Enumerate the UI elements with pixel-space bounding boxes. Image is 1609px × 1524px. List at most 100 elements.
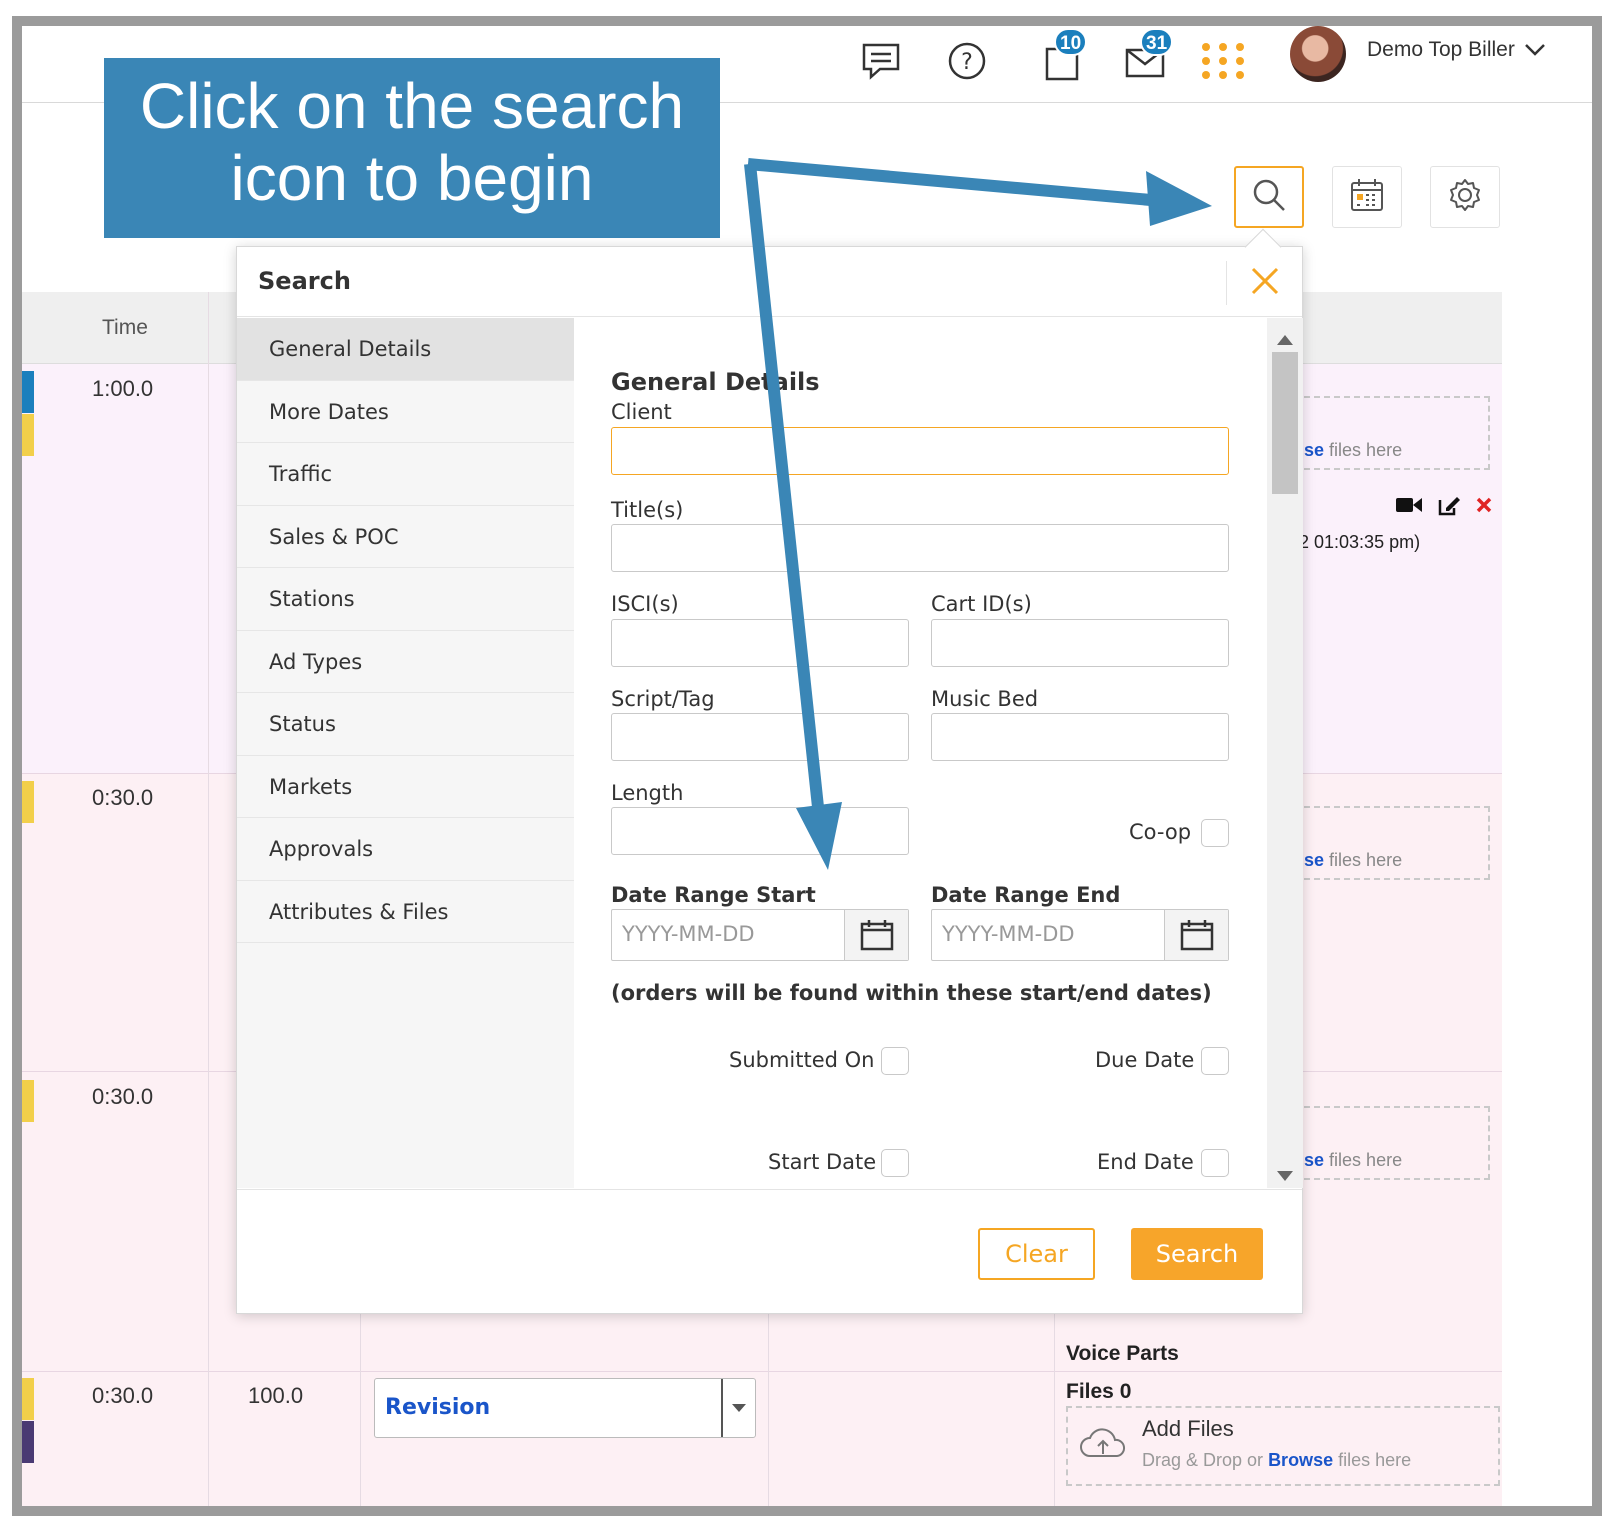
calendar-icon <box>1349 177 1385 217</box>
arrow-head-right <box>1146 171 1212 226</box>
nav-item-markets[interactable]: Markets <box>237 756 574 818</box>
clear-button[interactable]: Clear <box>978 1228 1095 1280</box>
settings-button[interactable] <box>1430 166 1500 228</box>
end-date-label: End Date <box>1097 1150 1194 1174</box>
nav-item-more-dates[interactable]: More Dates <box>237 381 574 443</box>
date-range-end-label: Date Range End <box>931 883 1121 907</box>
isci-label: ISCI(s) <box>611 592 679 616</box>
row-color-stripe <box>22 1080 34 1122</box>
isci-input[interactable] <box>611 619 909 667</box>
help-icon[interactable]: ? <box>944 26 990 96</box>
cart-id-input[interactable] <box>931 619 1229 667</box>
date-placeholder: YYYY-MM-DD <box>942 922 1075 946</box>
calendar-icon[interactable] <box>844 910 908 960</box>
script-tag-input[interactable] <box>611 713 909 761</box>
gear-icon <box>1447 177 1483 217</box>
column-divider <box>208 292 209 1506</box>
add-files-dropzone[interactable]: Add Files Drag & Drop or Browse files he… <box>1066 1406 1500 1486</box>
search-panel: Search General Details More Dates Traffi… <box>236 246 1303 1314</box>
time-column-header: Time <box>102 316 148 339</box>
submitted-on-checkbox[interactable] <box>881 1047 909 1075</box>
due-date-checkbox[interactable] <box>1201 1047 1229 1075</box>
nav-item-approvals[interactable]: Approvals <box>237 818 574 881</box>
file-dropzone[interactable]: se files here <box>1294 1106 1490 1180</box>
nav-item-traffic[interactable]: Traffic <box>237 443 574 506</box>
calendar-button[interactable] <box>1332 166 1402 228</box>
search-panel-header: Search <box>237 247 1302 317</box>
browse-link[interactable]: se <box>1304 1150 1324 1170</box>
browse-link[interactable]: Browse <box>1268 1450 1333 1470</box>
status-select[interactable]: Revision <box>374 1378 756 1438</box>
user-name[interactable]: Demo Top Biller <box>1367 38 1515 62</box>
files-here-text: files here <box>1338 1450 1412 1470</box>
clipboard-icon[interactable]: 10 <box>1032 26 1092 96</box>
client-label: Client <box>611 400 672 424</box>
date-range-start-label: Date Range Start <box>611 883 816 907</box>
row-time: 0:30.0 <box>92 1383 154 1408</box>
dropzone-text: files here <box>1329 440 1403 460</box>
search-form: General Details Client Title(s) ISCI(s) … <box>575 318 1267 1188</box>
row-color-stripe <box>22 1378 34 1420</box>
files-count: Files 0 <box>1066 1380 1132 1403</box>
date-range-end-input[interactable]: YYYY-MM-DD <box>931 909 1229 961</box>
start-date-label: Start Date <box>768 1150 877 1174</box>
titles-input[interactable] <box>611 524 1229 572</box>
date-range-start-input[interactable]: YYYY-MM-DD <box>611 909 909 961</box>
calendar-icon[interactable] <box>1164 910 1228 960</box>
row-time: 1:00.0 <box>92 376 154 401</box>
search-submit-button[interactable]: Search <box>1131 1228 1263 1280</box>
scrollbar-thumb[interactable] <box>1272 352 1298 494</box>
music-bed-label: Music Bed <box>931 687 1039 711</box>
search-button[interactable] <box>1234 166 1304 228</box>
mail-badge: 31 <box>1140 28 1174 56</box>
close-button[interactable] <box>1226 261 1302 305</box>
cloud-upload-icon <box>1080 1426 1126 1464</box>
scroll-down-icon[interactable] <box>1277 1166 1293 1185</box>
delete-icon[interactable] <box>1476 497 1492 517</box>
row-actions <box>1396 494 1492 520</box>
callout-line-2: icon to begin <box>230 142 594 214</box>
svg-text:?: ? <box>961 50 973 75</box>
script-tag-label: Script/Tag <box>611 687 715 711</box>
end-date-checkbox[interactable] <box>1201 1149 1229 1177</box>
edit-icon[interactable] <box>1438 494 1460 520</box>
nav-item-ad-types[interactable]: Ad Types <box>237 631 574 693</box>
start-date-checkbox[interactable] <box>881 1149 909 1177</box>
file-dropzone[interactable]: se files here <box>1294 396 1490 470</box>
browse-link[interactable]: se <box>1304 850 1324 870</box>
nav-item-sales-poc[interactable]: Sales & POC <box>237 506 574 568</box>
chat-icon[interactable] <box>858 26 904 96</box>
drag-drop-text: Drag & Drop or <box>1142 1450 1264 1470</box>
apps-grid-icon[interactable] <box>1198 26 1248 96</box>
browse-link[interactable]: se <box>1304 440 1324 460</box>
row-color-stripe <box>22 781 34 823</box>
form-scrollbar[interactable] <box>1267 318 1303 1188</box>
search-panel-footer: Clear Search <box>237 1189 1302 1315</box>
avatar[interactable] <box>1290 26 1346 82</box>
nav-item-stations[interactable]: Stations <box>237 568 574 631</box>
co-op-checkbox[interactable] <box>1201 819 1229 847</box>
mail-icon[interactable]: 31 <box>1116 26 1176 96</box>
client-input[interactable] <box>611 427 1229 475</box>
nav-item-attributes-files[interactable]: Attributes & Files <box>237 881 574 943</box>
length-label: Length <box>611 781 684 805</box>
status-select-value: Revision <box>385 1395 491 1420</box>
music-bed-input[interactable] <box>931 713 1229 761</box>
date-placeholder: YYYY-MM-DD <box>622 922 755 946</box>
due-date-label: Due Date <box>1095 1048 1195 1072</box>
search-panel-title: Search <box>258 267 351 295</box>
row-percent: 100.0 <box>248 1383 304 1408</box>
file-dropzone[interactable]: se files here <box>1294 806 1490 880</box>
chevron-down-icon[interactable] <box>1524 42 1546 61</box>
length-input[interactable] <box>611 807 909 855</box>
titles-label: Title(s) <box>611 498 684 522</box>
nav-item-status[interactable]: Status <box>237 693 574 756</box>
scroll-up-icon[interactable] <box>1277 330 1293 349</box>
voice-parts-label: Voice Parts <box>1066 1342 1179 1365</box>
row-time: 0:30.0 <box>92 785 154 810</box>
co-op-label: Co-op <box>1129 820 1192 844</box>
search-icon <box>1251 177 1287 217</box>
video-icon[interactable] <box>1396 496 1422 518</box>
nav-item-general-details[interactable]: General Details <box>237 318 574 381</box>
row-time: 0:30.0 <box>92 1084 154 1109</box>
